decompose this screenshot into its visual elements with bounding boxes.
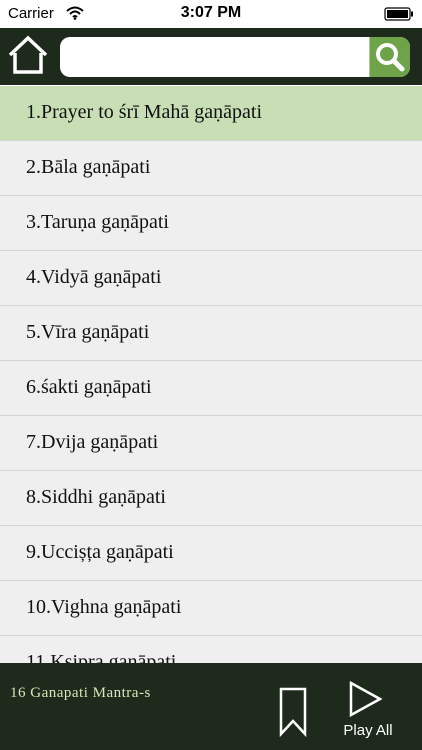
search-box bbox=[60, 37, 410, 77]
list-item-label: 9.Uccișța gaṇāpati bbox=[26, 541, 174, 563]
search-button[interactable] bbox=[369, 37, 410, 77]
list-item-label: 11.Kṣipra gaṇāpati bbox=[26, 651, 177, 663]
list-item[interactable]: 7.Dvija gaṇāpati bbox=[0, 416, 422, 471]
list-item-label: 1.Prayer to śrī Mahā gaṇāpati bbox=[26, 101, 263, 123]
list-item-label: 4.Vidyā gaṇāpati bbox=[26, 266, 162, 288]
list-item[interactable]: 2.Bāla gaṇāpati bbox=[0, 141, 422, 196]
search-input[interactable] bbox=[68, 37, 372, 77]
list-item[interactable]: 8.Siddhi gaṇāpati bbox=[0, 471, 422, 526]
search-icon bbox=[376, 43, 405, 72]
list-item-label: 3.Taruṇa gaṇāpati bbox=[26, 211, 169, 233]
status-bar: Carrier 3:07 PM bbox=[0, 0, 422, 28]
home-button[interactable] bbox=[6, 33, 50, 77]
list-item[interactable]: 1.Prayer to śrī Mahā gaṇāpati bbox=[0, 86, 422, 141]
header-bar bbox=[0, 28, 422, 85]
play-icon bbox=[349, 681, 383, 717]
list-item-label: 2.Bāla gaṇāpati bbox=[26, 156, 151, 178]
list-item[interactable]: 3.Taruṇa gaṇāpati bbox=[0, 196, 422, 251]
bookmark-button[interactable] bbox=[278, 687, 308, 738]
list-item-label: 6.śakti gaṇāpati bbox=[26, 376, 152, 398]
battery-icon bbox=[384, 7, 413, 21]
list-item[interactable]: 4.Vidyā gaṇāpati bbox=[0, 251, 422, 306]
list-item[interactable]: 5.Vīra gaṇāpati bbox=[0, 306, 422, 361]
mantra-list[interactable]: 1.Prayer to śrī Mahā gaṇāpati 2.Bāla gaṇ… bbox=[0, 86, 422, 663]
bookmark-icon bbox=[279, 687, 307, 738]
list-item[interactable]: 9.Uccișța gaṇāpati bbox=[0, 526, 422, 581]
list-item[interactable]: 6.śakti gaṇāpati bbox=[0, 361, 422, 416]
list-item-label: 8.Siddhi gaṇāpati bbox=[26, 486, 166, 508]
bottom-bar: 16 Ganapati Mantra-s Play All bbox=[0, 663, 422, 750]
play-all-label: Play All bbox=[343, 722, 393, 739]
play-all-button[interactable]: Play All bbox=[335, 681, 401, 741]
app-title: 16 Ganapati Mantra-s bbox=[10, 685, 151, 701]
list-item-label: 7.Dvija gaṇāpati bbox=[26, 431, 159, 453]
list-item-label: 10.Vighna gaṇāpati bbox=[26, 596, 182, 618]
status-time: 3:07 PM bbox=[180, 4, 242, 21]
list-item[interactable]: 11.Kṣipra gaṇāpati bbox=[0, 636, 422, 663]
home-icon bbox=[8, 35, 48, 74]
list-item[interactable]: 10.Vighna gaṇāpati bbox=[0, 581, 422, 636]
list-item-label: 5.Vīra gaṇāpati bbox=[26, 321, 150, 343]
